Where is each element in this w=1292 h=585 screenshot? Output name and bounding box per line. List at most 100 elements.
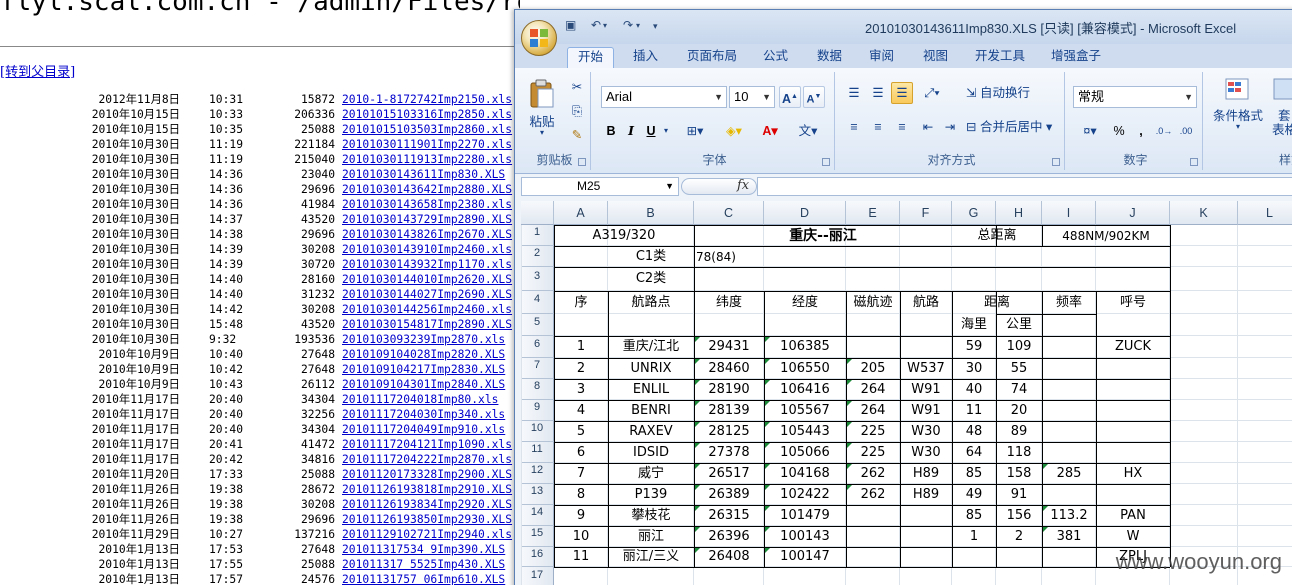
column-header[interactable]: J [1096,201,1170,225]
file-link[interactable]: 20101117204222Imp2870.xls [342,452,512,467]
number-format-combo[interactable]: 常规 ▼ [1073,86,1197,108]
file-link[interactable]: 20101117204018Imp80.xls [342,392,498,407]
column-header[interactable]: I [1042,201,1096,225]
row-header[interactable]: 2 [521,246,554,267]
file-link[interactable]: 20101030143932Imp1170.xls [342,257,512,272]
file-link[interactable]: 20101030154817Imp2890.XLS [342,317,512,332]
percent-icon[interactable]: % [1109,120,1129,142]
row-header[interactable]: 15 [521,526,554,547]
file-link[interactable]: 20101126193818Imp2910.XLS [342,482,512,497]
increase-indent-icon[interactable]: ⇥ [939,116,961,138]
file-link[interactable]: 20101030144027Imp2690.XLS [342,287,512,302]
bold-icon[interactable]: B [601,120,621,142]
tab-insert[interactable]: 插入 [623,47,668,68]
increase-decimal-icon[interactable]: .0→ [1153,120,1175,142]
currency-icon[interactable]: ¤▾ [1073,120,1107,142]
row-header[interactable]: 6 [521,336,554,358]
customize-toolbar-icon[interactable]: ▾ [653,21,658,32]
file-link[interactable]: 2010109104301Imp2840.XLS [342,377,505,392]
row-header[interactable]: 7 [521,358,554,379]
name-box[interactable]: M25 ▼ [521,177,679,196]
align-middle-icon[interactable]: ☰ [867,82,889,104]
row-header[interactable]: 17 [521,567,554,585]
formula-input[interactable] [757,177,1292,196]
row-header[interactable]: 5 [521,314,554,336]
file-link[interactable]: 2010103093239Imp2870.xls [342,332,505,347]
column-header[interactable]: F [900,201,952,225]
font-size-combo[interactable]: 10 ▼ [729,86,775,108]
file-link[interactable]: 20101030111913Imp2280.xls [342,152,512,167]
tab-formulas[interactable]: 公式 [753,47,798,68]
row-header[interactable]: 10 [521,421,554,442]
row-header[interactable]: 4 [521,291,554,314]
cut-icon[interactable]: ✂ [567,76,587,98]
file-link[interactable]: 2010109104217Imp2830.XLS [342,362,505,377]
row-header[interactable]: 1 [521,225,554,246]
align-right-icon[interactable]: ≡ [891,116,913,138]
row-header[interactable]: 3 [521,267,554,291]
redo-dropdown-icon[interactable]: ▾ [636,21,640,30]
tab-developer[interactable]: 开发工具 [965,47,1035,68]
file-link[interactable]: 201011317 5525Imp430.XLS [342,557,505,572]
column-header[interactable]: G [952,201,996,225]
row-header[interactable]: 9 [521,400,554,421]
phonetic-icon[interactable]: 文▾ [791,120,825,142]
parent-directory-link[interactable]: [转到父目录] [0,61,75,80]
row-header[interactable]: 13 [521,484,554,505]
decrease-decimal-icon[interactable]: .00 [1175,120,1197,142]
italic-icon[interactable]: I [621,120,641,142]
tab-view[interactable]: 视图 [913,47,958,68]
file-link[interactable]: 20101117204049Imp910.xls [342,422,505,437]
file-link[interactable]: 20101126193834Imp2920.XLS [342,497,512,512]
border-icon[interactable]: ⊞▾ [679,120,711,142]
underline-dropdown-icon[interactable]: ▾ [661,120,671,142]
grow-font-icon[interactable]: A▲ [779,86,801,108]
tab-data[interactable]: 数据 [807,47,852,68]
wrap-text-button[interactable]: ⇲ 自动换行 [961,82,1061,104]
font-color-icon[interactable]: A▾ [753,120,787,142]
file-link[interactable]: 201011317534 9Imp390.XLS [342,542,505,557]
file-link[interactable]: 20101120173328Imp2900.XLS [342,467,512,482]
undo-icon[interactable]: ↶ [591,18,601,32]
file-link[interactable]: 20101131757 06Imp610.XLS [342,572,505,585]
format-painter-icon[interactable]: ✎ [567,124,587,146]
column-header[interactable]: E [846,201,900,225]
paste-button[interactable]: 粘贴 ▾ [523,76,561,142]
dialog-launcher-icon[interactable] [578,158,586,166]
file-link[interactable]: 20101030143658Imp2380.xls [342,197,512,212]
tab-review[interactable]: 审阅 [859,47,904,68]
tab-enhance-box[interactable]: 增强盒子 [1041,47,1111,68]
file-link[interactable]: 20101030143611Imp830.XLS [342,167,505,182]
align-top-icon[interactable]: ☰ [843,82,865,104]
save-icon[interactable]: ▣ [565,18,576,32]
select-all-button[interactable] [521,201,554,225]
file-link[interactable]: 20101030143910Imp2460.xls [342,242,512,257]
file-link[interactable]: 20101126193850Imp2930.XLS [342,512,512,527]
orientation-icon[interactable]: ⤢▾ [917,82,947,104]
insert-function-icon[interactable]: fx [737,178,749,193]
column-header[interactable]: L [1238,201,1292,225]
file-link[interactable]: 20101030143826Imp2670.XLS [342,227,512,242]
file-link[interactable]: 20101030111901Imp2270.xls [342,137,512,152]
comma-icon[interactable]: , [1131,120,1151,142]
column-header[interactable]: H [996,201,1042,225]
fill-color-icon[interactable]: ◈▾ [717,120,751,142]
file-link[interactable]: 20101030144010Imp2620.XLS [342,272,512,287]
column-header[interactable]: K [1170,201,1238,225]
decrease-indent-icon[interactable]: ⇤ [917,116,939,138]
redo-icon[interactable]: ↷ [623,18,633,32]
tab-page-layout[interactable]: 页面布局 [677,47,747,68]
column-header[interactable]: C [694,201,764,225]
align-left-icon[interactable]: ≡ [843,116,865,138]
undo-dropdown-icon[interactable]: ▾ [603,21,607,30]
column-header[interactable]: A [554,201,608,225]
dialog-launcher-icon[interactable] [1190,158,1198,166]
file-link[interactable]: 2010-1-8172742Imp2150.xls [342,92,512,107]
row-header[interactable]: 16 [521,547,554,567]
conditional-format-button[interactable]: 条件格式 ▾ [1207,76,1269,152]
worksheet-grid[interactable]: A B C D E F G H I J K L 1 2 3 4 5 6 7 8 9 10 11 12 13 14 15 16 17 A31… [521,201,1292,585]
file-link[interactable]: 20101015103503Imp2860.xls [342,122,512,137]
column-header[interactable]: D [764,201,846,225]
file-link[interactable]: 20101030144256Imp2460.xls [342,302,512,317]
file-link[interactable]: 20101117204030Imp340.xls [342,407,505,422]
